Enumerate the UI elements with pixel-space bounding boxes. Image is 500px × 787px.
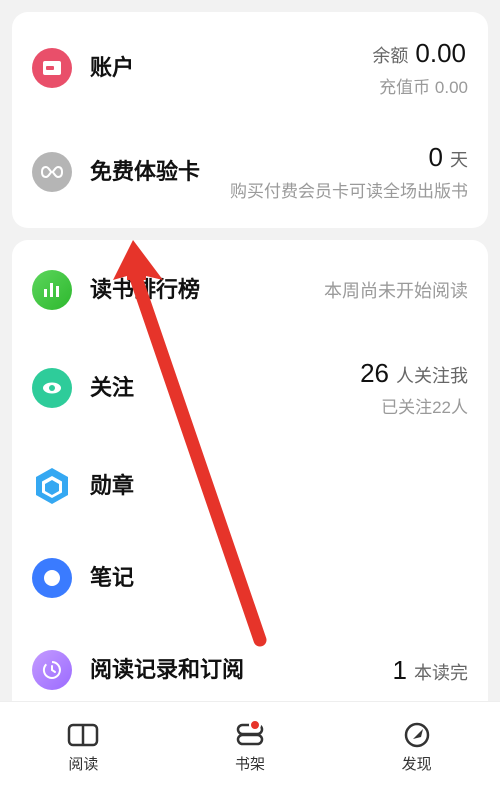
nav-discover-label: 发现 [402, 753, 432, 774]
history-right: 1 本读完 [391, 655, 468, 686]
follow-label: 关注 [90, 374, 134, 402]
notes-label: 笔记 [90, 564, 134, 592]
history-label: 阅读记录和订阅 [90, 656, 244, 684]
wallet-icon [32, 48, 72, 88]
account-label: 账户 [90, 54, 134, 82]
history-icon [32, 650, 72, 690]
nav-shelf[interactable]: 书架 [233, 721, 267, 774]
notification-dot [249, 719, 261, 731]
nav-shelf-label: 书架 [235, 753, 265, 774]
nav-discover[interactable]: 发现 [400, 721, 434, 774]
coin-value: 0.00 [435, 78, 468, 97]
row-notes[interactable]: 笔记 [12, 532, 488, 624]
compass-icon [32, 558, 72, 598]
finished-unit: 本读完 [414, 663, 468, 683]
row-account[interactable]: 账户 余额 0.00 充值币 0.00 [12, 16, 488, 120]
compass-nav-icon [400, 721, 434, 749]
row-trial[interactable]: 免费体验卡 0 天 购买付费会员卡可读全场出版书 [12, 120, 488, 224]
ranking-right: 本周尚未开始阅读 [324, 277, 468, 303]
row-ranking[interactable]: 读书排行榜 本周尚未开始阅读 [12, 244, 488, 336]
row-badge[interactable]: 勋章 [12, 440, 488, 532]
followers-unit: 人关注我 [396, 366, 468, 386]
follow-right: 26 人关注我 已关注22人 [358, 358, 468, 418]
infinity-icon [32, 152, 72, 192]
activity-card: 读书排行榜 本周尚未开始阅读 关注 26 人关注我 已关注22人 勋章 [12, 240, 488, 701]
bottom-nav: 阅读 书架 发现 [0, 701, 500, 787]
balance-value: 0.00 [415, 38, 466, 68]
account-right: 余额 0.00 充值币 0.00 [372, 38, 468, 98]
eye-icon [32, 368, 72, 408]
nav-read[interactable]: 阅读 [66, 721, 100, 774]
balance-label: 余额 [372, 46, 408, 66]
row-follow[interactable]: 关注 26 人关注我 已关注22人 [12, 336, 488, 440]
badge-icon [32, 466, 72, 506]
trial-desc: 购买付费会员卡可读全场出版书 [230, 177, 468, 202]
trial-right: 0 天 购买付费会员卡可读全场出版书 [230, 142, 468, 202]
trial-days-unit: 天 [450, 150, 468, 170]
account-card: 账户 余额 0.00 充值币 0.00 免费体验卡 0 天 [12, 12, 488, 228]
finished-value: 1 [393, 655, 407, 685]
coin-label: 充值币 [379, 78, 430, 97]
trial-days: 0 [429, 142, 443, 172]
following-text: 已关注22人 [381, 393, 468, 418]
badge-label: 勋章 [90, 472, 134, 500]
ranking-status: 本周尚未开始阅读 [324, 277, 468, 303]
trial-label: 免费体验卡 [90, 158, 200, 186]
followers-value: 26 [360, 358, 389, 388]
book-open-icon [66, 721, 100, 749]
ranking-label: 读书排行榜 [90, 276, 200, 304]
chart-icon [32, 270, 72, 310]
row-history[interactable]: 阅读记录和订阅 1 本读完 [12, 624, 488, 701]
nav-read-label: 阅读 [68, 753, 98, 774]
